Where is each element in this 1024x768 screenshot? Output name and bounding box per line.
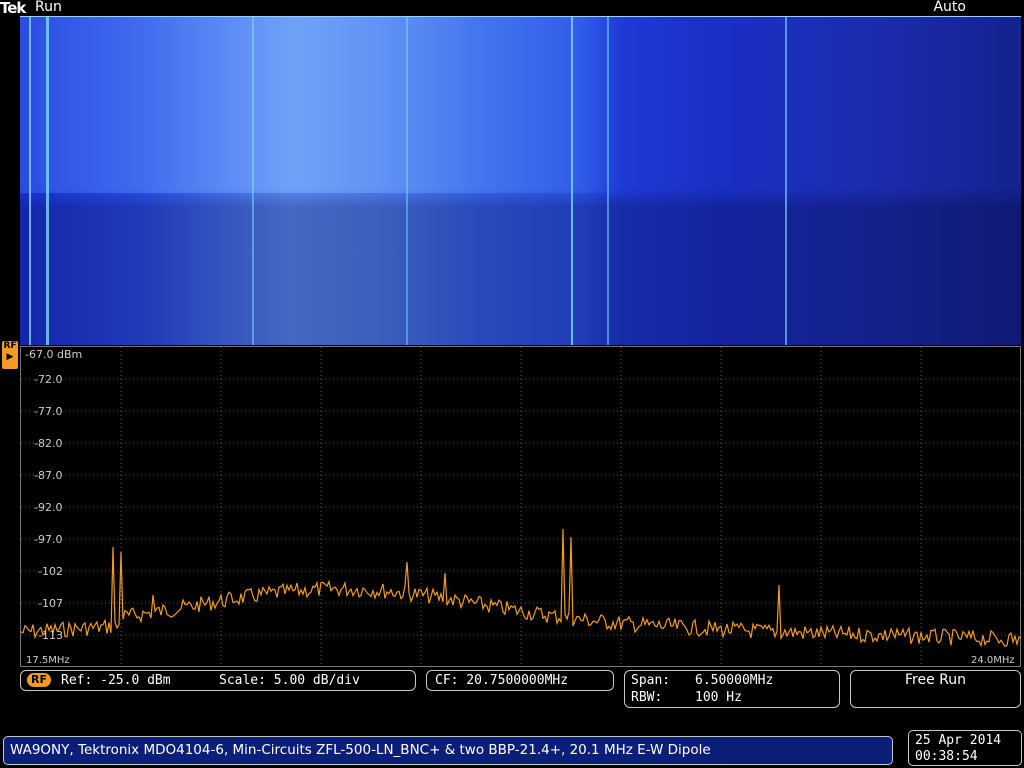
footer-note[interactable]: WA9ONY, Tektronix MDO4104-6, Min-Circuit… — [3, 736, 893, 765]
reference-scale-readout[interactable]: RF Ref: -25.0 dBm Scale: 5.00 dB/div — [20, 670, 416, 691]
y-tick-label: -77.0 — [34, 405, 63, 418]
rf-marker-label: RF — [3, 341, 17, 351]
level-arrow-icon: ▶ — [6, 352, 14, 362]
acquisition-status[interactable]: Run — [35, 0, 62, 15]
y-tick-label: -72.0 — [34, 373, 63, 386]
y-tick-label: -97.0 — [34, 533, 63, 546]
span-value: 6.50000MHz — [695, 673, 774, 688]
footer-note-text: WA9ONY, Tektronix MDO4104-6, Min-Circuit… — [10, 742, 711, 758]
center-frequency-readout[interactable]: CF: 20.7500000MHz — [426, 670, 614, 691]
brand-logo: Tek — [0, 0, 26, 17]
y-tick-label: -102 — [38, 565, 63, 578]
y-tick-label: -92.0 — [34, 501, 63, 514]
rbw-label: RBW: — [631, 690, 663, 705]
graticule-grid — [21, 347, 1021, 667]
y-tick-label: -113 — [38, 629, 63, 642]
reference-level-label: -67.0 dBm — [25, 348, 83, 361]
signal-line — [785, 17, 787, 345]
spectrogram-band — [20, 17, 1021, 193]
start-frequency-label: 17.5MHz — [26, 655, 70, 666]
span-label: Span: — [631, 673, 671, 688]
span-rbw-readout[interactable]: Span: 6.50000MHz RBW: 100 Hz — [624, 670, 840, 708]
signal-line — [571, 17, 573, 345]
spectrogram-display[interactable] — [20, 16, 1021, 345]
vertical-scale-readout: Scale: 5.00 dB/div — [219, 673, 360, 688]
rf-channel-marker[interactable]: RF ▶ — [2, 341, 18, 369]
time-text: 00:38:54 — [915, 749, 978, 764]
reference-level-readout: Ref: -25.0 dBm — [61, 673, 171, 688]
top-status-bar: Tek Run Auto — [0, 0, 1024, 17]
y-tick-label: -82.0 — [34, 437, 63, 450]
stop-frequency-label: 24.0MHz — [971, 655, 1015, 666]
signal-line — [252, 17, 254, 345]
acquisition-mode-value: Free Run — [904, 672, 966, 688]
y-tick-label: -87.0 — [34, 469, 63, 482]
acquisition-mode-readout[interactable]: Free Run — [850, 670, 1021, 708]
signal-line — [46, 17, 49, 345]
date-text: 25 Apr 2014 — [915, 733, 1002, 748]
signal-line — [607, 17, 609, 345]
y-tick-label: -107 — [38, 597, 63, 610]
signal-line — [29, 17, 31, 345]
rbw-value: 100 Hz — [695, 690, 742, 705]
center-frequency-value: CF: 20.7500000MHz — [435, 673, 569, 688]
date-time-display[interactable]: 25 Apr 2014 00:38:54 — [908, 730, 1022, 766]
spectrum-svg — [21, 347, 1021, 667]
trigger-mode[interactable]: Auto — [933, 0, 966, 15]
signal-line — [406, 17, 408, 345]
rf-badge: RF — [27, 673, 51, 687]
spectrum-graticule[interactable] — [20, 346, 1021, 667]
